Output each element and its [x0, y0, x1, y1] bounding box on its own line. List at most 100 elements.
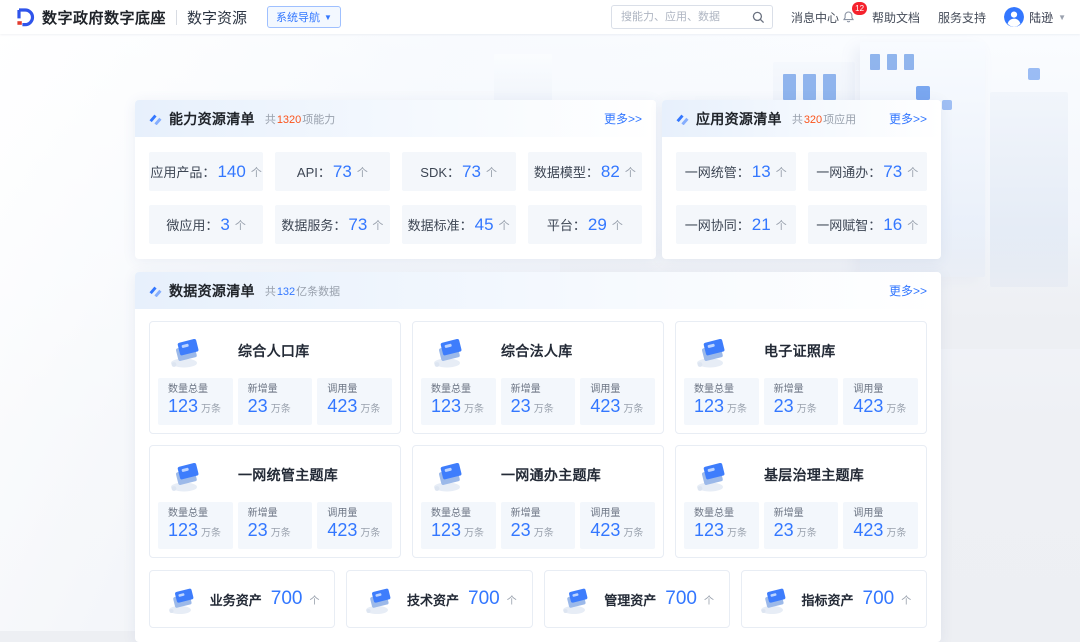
capability-more-link[interactable]: 更多>>: [604, 110, 642, 127]
stat-value-row: 423万条: [590, 396, 651, 420]
resource-count-pill[interactable]: 一网通办： 73 个: [808, 152, 928, 191]
count-suffix: 项应用: [823, 114, 856, 126]
top-navbar: 数字政府数字底座 数字资源 系统导航 ▼ 消息中心 12: [0, 0, 1080, 34]
resource-count-pill[interactable]: 应用产品： 140 个: [149, 152, 263, 191]
stat-unit: 万条: [886, 404, 906, 415]
message-center-label: 消息中心: [791, 9, 839, 26]
database-3d-icon: [692, 454, 734, 496]
asset-card[interactable]: 管理资产 700 个: [544, 570, 730, 628]
stat-label: 新增量: [511, 507, 572, 520]
resource-count-pill[interactable]: API： 73 个: [275, 152, 389, 191]
stat-box: 数量总量 123万条: [421, 378, 496, 425]
data-more-link[interactable]: 更多>>: [889, 282, 927, 299]
resource-count-pill[interactable]: 一网协同： 21 个: [676, 205, 796, 244]
cube-shape: [942, 100, 952, 110]
stat-label: 数量总量: [168, 383, 229, 396]
stat-value: 423: [327, 520, 357, 540]
count-number: 320: [804, 114, 822, 126]
navbar-right: 消息中心 12 帮助文档 服务支持 陆逊 ▼: [611, 5, 1066, 29]
pill-value: 73: [333, 162, 352, 182]
count-number: 1320: [277, 114, 301, 126]
stat-value: 123: [168, 396, 198, 416]
database-3d-icon: [429, 454, 471, 496]
resource-count-pill[interactable]: 一网赋智： 16 个: [808, 205, 928, 244]
stat-unit: 万条: [271, 528, 291, 539]
help-docs-link[interactable]: 帮助文档: [872, 9, 920, 26]
library-stats: 数量总量 123万条 新增量 23万条 调用量 423万条: [684, 378, 918, 425]
search-icon[interactable]: [752, 11, 765, 24]
stat-value-row: 423万条: [853, 396, 914, 420]
stat-box: 数量总量 123万条: [684, 378, 759, 425]
pill-label: SDK：: [420, 162, 460, 181]
stat-value: 423: [853, 396, 883, 416]
library-card-top: 电子证照库: [684, 329, 918, 373]
resource-count-pill[interactable]: 数据模型： 82 个: [528, 152, 642, 191]
pill-unit: 个: [251, 164, 262, 180]
stat-label: 数量总量: [431, 507, 492, 520]
search-box[interactable]: [611, 5, 773, 29]
stat-unit: 万条: [623, 404, 643, 415]
library-card[interactable]: 基层治理主题库 数量总量 123万条 新增量 23万条 调用量 423万条: [675, 445, 927, 558]
count-suffix: 项能力: [302, 114, 335, 126]
asset-card[interactable]: 业务资产 700 个: [149, 570, 335, 628]
stat-value: 123: [694, 520, 724, 540]
stat-unit: 万条: [886, 528, 906, 539]
asset-value: 700: [468, 588, 500, 610]
stat-value-row: 23万条: [774, 520, 835, 544]
stat-value-row: 123万条: [694, 520, 755, 544]
stat-value: 23: [511, 520, 531, 540]
pill-label: API：: [297, 162, 331, 181]
library-card[interactable]: 电子证照库 数量总量 123万条 新增量 23万条 调用量 423万条: [675, 321, 927, 434]
library-card[interactable]: 综合人口库 数量总量 123万条 新增量 23万条 调用量 423万条: [149, 321, 401, 434]
app-logo-icon: [14, 7, 35, 28]
asset-card[interactable]: 技术资产 700 个: [346, 570, 532, 628]
resource-count-pill[interactable]: 一网统管： 13 个: [676, 152, 796, 191]
resource-count-pill[interactable]: 微应用： 3 个: [149, 205, 263, 244]
stat-box: 新增量 23万条: [764, 378, 839, 425]
library-name: 基层治理主题库: [764, 465, 864, 485]
database-3d-icon: [166, 454, 208, 496]
resource-count-pill[interactable]: 数据标准： 45 个: [402, 205, 516, 244]
stat-value-row: 423万条: [327, 396, 388, 420]
system-nav-button[interactable]: 系统导航 ▼: [267, 6, 341, 28]
application-more-link[interactable]: 更多>>: [889, 110, 927, 127]
asset-label: 业务资产: [210, 590, 262, 609]
library-card[interactable]: 一网统管主题库 数量总量 123万条 新增量 23万条 调用量 423万条: [149, 445, 401, 558]
library-card[interactable]: 综合法人库 数量总量 123万条 新增量 23万条 调用量 423万条: [412, 321, 664, 434]
pill-value: 73: [462, 162, 481, 182]
library-stats: 数量总量 123万条 新增量 23万条 调用量 423万条: [158, 378, 392, 425]
stat-label: 调用量: [327, 507, 388, 520]
message-center-link[interactable]: 消息中心 12: [791, 9, 854, 26]
resource-count-pill[interactable]: 数据服务： 73 个: [275, 205, 389, 244]
stat-box: 调用量 423万条: [317, 378, 392, 425]
pill-label: 一网赋智：: [816, 215, 881, 234]
library-card-top: 综合法人库: [421, 329, 655, 373]
pill-value: 140: [217, 162, 245, 182]
cube-shape: [1028, 68, 1040, 80]
service-support-link[interactable]: 服务支持: [938, 9, 986, 26]
stat-box: 调用量 423万条: [580, 378, 655, 425]
window-shape: [783, 74, 796, 100]
resource-count-pill[interactable]: SDK： 73 个: [402, 152, 516, 191]
list-icon: [676, 112, 689, 125]
pill-value: 16: [883, 215, 902, 235]
main-stage: 能力资源清单 共1320项能力 更多>> 应用产品： 140 个 API： 73…: [0, 34, 1080, 631]
stat-unit: 万条: [623, 528, 643, 539]
stat-value: 23: [774, 520, 794, 540]
library-stats: 数量总量 123万条 新增量 23万条 调用量 423万条: [421, 502, 655, 549]
stat-value-row: 123万条: [431, 520, 492, 544]
pill-value: 13: [752, 162, 771, 182]
count-prefix: 共: [265, 286, 276, 298]
asset-unit: 个: [309, 592, 319, 607]
resource-count-pill[interactable]: 平台： 29 个: [528, 205, 642, 244]
stat-label: 新增量: [248, 507, 309, 520]
pill-unit: 个: [357, 164, 368, 180]
application-count: 共320项应用: [792, 111, 856, 127]
user-menu[interactable]: 陆逊 ▼: [1004, 7, 1066, 27]
asset-card[interactable]: 指标资产 700 个: [741, 570, 927, 628]
pill-label: 数据模型：: [534, 162, 599, 181]
library-card[interactable]: 一网通办主题库 数量总量 123万条 新增量 23万条 调用量 423万条: [412, 445, 664, 558]
search-input[interactable]: [619, 10, 752, 24]
stat-value: 23: [248, 520, 268, 540]
pill-label: 一网协同：: [685, 215, 750, 234]
